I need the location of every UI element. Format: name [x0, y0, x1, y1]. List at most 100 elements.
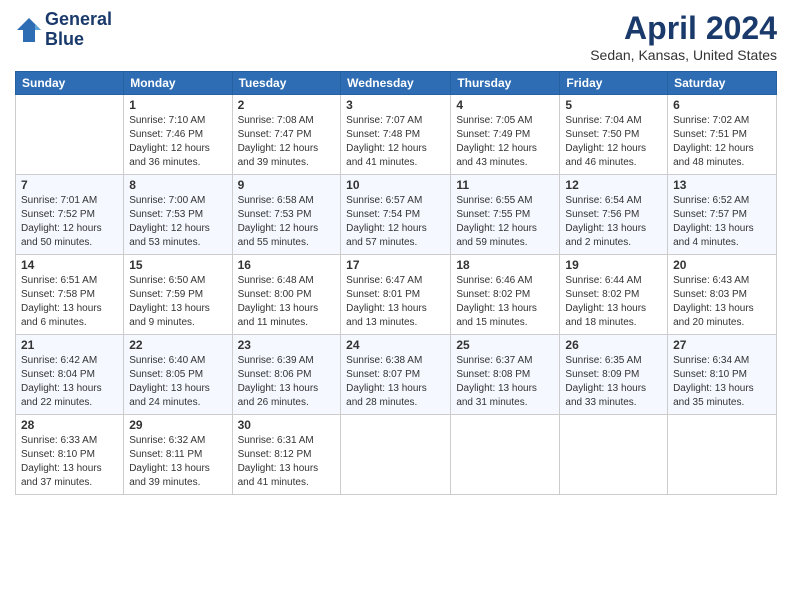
day-number: 24: [346, 338, 445, 352]
calendar-cell: 18 Sunrise: 6:46 AMSunset: 8:02 PMDayligh…: [451, 255, 560, 335]
day-number: 2: [238, 98, 336, 112]
day-number: 7: [21, 178, 118, 192]
day-number: 8: [129, 178, 226, 192]
day-info: Sunrise: 6:46 AMSunset: 8:02 PMDaylight:…: [456, 274, 554, 330]
calendar-cell: 29Sunrise: 6:32 AMSunset: 8:11 PMDayligh…: [124, 415, 232, 495]
day-info: Sunrise: 6:34 AMSunset: 8:10 PMDaylight:…: [673, 354, 771, 410]
calendar-cell: 17 Sunrise: 6:47 AMSunset: 8:01 PMDayligh…: [341, 255, 451, 335]
day-info: Sunrise: 6:47 AMSunset: 8:01 PMDaylight:…: [346, 274, 445, 330]
calendar-cell: [341, 415, 451, 495]
calendar-cell: 24 Sunrise: 6:38 AMSunset: 8:07 PMDayligh…: [341, 335, 451, 415]
calendar-cell: 4 Sunrise: 7:05 AMSunset: 7:49 PMDaylight…: [451, 95, 560, 175]
day-number: 1: [129, 98, 226, 112]
weekday-header-row: SundayMondayTuesdayWednesdayThursdayFrid…: [16, 72, 777, 95]
day-number: 14: [21, 258, 118, 272]
logo-icon: [15, 16, 43, 44]
day-number: 17: [346, 258, 445, 272]
calendar-cell: [16, 95, 124, 175]
calendar-cell: [560, 415, 668, 495]
day-info: Sunrise: 7:00 AMSunset: 7:53 PMDaylight:…: [129, 194, 226, 250]
calendar-cell: [668, 415, 777, 495]
day-number: 30: [238, 418, 336, 432]
day-number: 21: [21, 338, 118, 352]
day-number: 10: [346, 178, 445, 192]
day-number: 3: [346, 98, 445, 112]
day-info: Sunrise: 6:51 AMSunset: 7:58 PMDaylight:…: [21, 274, 118, 330]
calendar-cell: 25Sunrise: 6:37 AMSunset: 8:08 PMDayligh…: [451, 335, 560, 415]
week-row-5: 28 Sunrise: 6:33 AMSunset: 8:10 PMDayligh…: [16, 415, 777, 495]
week-row-1: 1 Sunrise: 7:10 AMSunset: 7:46 PMDaylight…: [16, 95, 777, 175]
page: General Blue April 2024 Sedan, Kansas, U…: [0, 0, 792, 612]
day-info: Sunrise: 7:08 AMSunset: 7:47 PMDaylight:…: [238, 114, 336, 170]
day-info: Sunrise: 6:32 AMSunset: 8:11 PMDaylight:…: [129, 434, 226, 490]
day-info: Sunrise: 6:38 AMSunset: 8:07 PMDaylight:…: [346, 354, 445, 410]
day-info: Sunrise: 7:02 AMSunset: 7:51 PMDaylight:…: [673, 114, 771, 170]
day-number: 18: [456, 258, 554, 272]
day-number: 16: [238, 258, 336, 272]
calendar-cell: 9 Sunrise: 6:58 AMSunset: 7:53 PMDaylight…: [232, 175, 341, 255]
calendar-cell: 11 Sunrise: 6:55 AMSunset: 7:55 PMDayligh…: [451, 175, 560, 255]
day-info: Sunrise: 7:07 AMSunset: 7:48 PMDaylight:…: [346, 114, 445, 170]
calendar-cell: 27Sunrise: 6:34 AMSunset: 8:10 PMDayligh…: [668, 335, 777, 415]
weekday-header-saturday: Saturday: [668, 72, 777, 95]
day-info: Sunrise: 6:54 AMSunset: 7:56 PMDaylight:…: [565, 194, 662, 250]
calendar-table: SundayMondayTuesdayWednesdayThursdayFrid…: [15, 71, 777, 495]
calendar-cell: 10Sunrise: 6:57 AMSunset: 7:54 PMDayligh…: [341, 175, 451, 255]
day-info: Sunrise: 7:04 AMSunset: 7:50 PMDaylight:…: [565, 114, 662, 170]
calendar-cell: 16 Sunrise: 6:48 AMSunset: 8:00 PMDayligh…: [232, 255, 341, 335]
calendar-cell: 2 Sunrise: 7:08 AMSunset: 7:47 PMDaylight…: [232, 95, 341, 175]
main-title: April 2024: [590, 10, 777, 47]
day-number: 9: [238, 178, 336, 192]
day-info: Sunrise: 6:55 AMSunset: 7:55 PMDaylight:…: [456, 194, 554, 250]
week-row-4: 21Sunrise: 6:42 AMSunset: 8:04 PMDayligh…: [16, 335, 777, 415]
day-info: Sunrise: 6:33 AMSunset: 8:10 PMDaylight:…: [21, 434, 118, 490]
day-info: Sunrise: 6:43 AMSunset: 8:03 PMDaylight:…: [673, 274, 771, 330]
weekday-header-thursday: Thursday: [451, 72, 560, 95]
day-info: Sunrise: 6:31 AMSunset: 8:12 PMDaylight:…: [238, 434, 336, 490]
calendar-cell: 7 Sunrise: 7:01 AMSunset: 7:52 PMDaylight…: [16, 175, 124, 255]
calendar-cell: 28 Sunrise: 6:33 AMSunset: 8:10 PMDayligh…: [16, 415, 124, 495]
day-number: 12: [565, 178, 662, 192]
calendar-cell: 13Sunrise: 6:52 AMSunset: 7:57 PMDayligh…: [668, 175, 777, 255]
calendar-cell: 1 Sunrise: 7:10 AMSunset: 7:46 PMDaylight…: [124, 95, 232, 175]
calendar-cell: 21Sunrise: 6:42 AMSunset: 8:04 PMDayligh…: [16, 335, 124, 415]
day-info: Sunrise: 6:35 AMSunset: 8:09 PMDaylight:…: [565, 354, 662, 410]
day-info: Sunrise: 6:44 AMSunset: 8:02 PMDaylight:…: [565, 274, 662, 330]
day-info: Sunrise: 7:10 AMSunset: 7:46 PMDaylight:…: [129, 114, 226, 170]
calendar-cell: 5 Sunrise: 7:04 AMSunset: 7:50 PMDaylight…: [560, 95, 668, 175]
day-number: 11: [456, 178, 554, 192]
calendar-cell: 14 Sunrise: 6:51 AMSunset: 7:58 PMDayligh…: [16, 255, 124, 335]
day-number: 28: [21, 418, 118, 432]
header: General Blue April 2024 Sedan, Kansas, U…: [15, 10, 777, 63]
day-info: Sunrise: 6:39 AMSunset: 8:06 PMDaylight:…: [238, 354, 336, 410]
calendar-cell: 20 Sunrise: 6:43 AMSunset: 8:03 PMDayligh…: [668, 255, 777, 335]
weekday-header-wednesday: Wednesday: [341, 72, 451, 95]
day-number: 22: [129, 338, 226, 352]
day-info: Sunrise: 6:50 AMSunset: 7:59 PMDaylight:…: [129, 274, 226, 330]
day-info: Sunrise: 7:05 AMSunset: 7:49 PMDaylight:…: [456, 114, 554, 170]
weekday-header-friday: Friday: [560, 72, 668, 95]
calendar-cell: 15 Sunrise: 6:50 AMSunset: 7:59 PMDayligh…: [124, 255, 232, 335]
day-number: 15: [129, 258, 226, 272]
day-number: 26: [565, 338, 662, 352]
day-number: 19: [565, 258, 662, 272]
day-info: Sunrise: 6:48 AMSunset: 8:00 PMDaylight:…: [238, 274, 336, 330]
calendar-cell: 3 Sunrise: 7:07 AMSunset: 7:48 PMDaylight…: [341, 95, 451, 175]
day-info: Sunrise: 6:37 AMSunset: 8:08 PMDaylight:…: [456, 354, 554, 410]
day-info: Sunrise: 6:58 AMSunset: 7:53 PMDaylight:…: [238, 194, 336, 250]
weekday-header-monday: Monday: [124, 72, 232, 95]
calendar-cell: [451, 415, 560, 495]
day-number: 4: [456, 98, 554, 112]
title-block: April 2024 Sedan, Kansas, United States: [590, 10, 777, 63]
subtitle: Sedan, Kansas, United States: [590, 47, 777, 63]
day-info: Sunrise: 7:01 AMSunset: 7:52 PMDaylight:…: [21, 194, 118, 250]
calendar-cell: 26 Sunrise: 6:35 AMSunset: 8:09 PMDayligh…: [560, 335, 668, 415]
calendar-cell: 30 Sunrise: 6:31 AMSunset: 8:12 PMDayligh…: [232, 415, 341, 495]
calendar-cell: 8 Sunrise: 7:00 AMSunset: 7:53 PMDaylight…: [124, 175, 232, 255]
day-number: 20: [673, 258, 771, 272]
day-number: 6: [673, 98, 771, 112]
weekday-header-sunday: Sunday: [16, 72, 124, 95]
calendar-cell: 19 Sunrise: 6:44 AMSunset: 8:02 PMDayligh…: [560, 255, 668, 335]
day-number: 5: [565, 98, 662, 112]
day-number: 23: [238, 338, 336, 352]
